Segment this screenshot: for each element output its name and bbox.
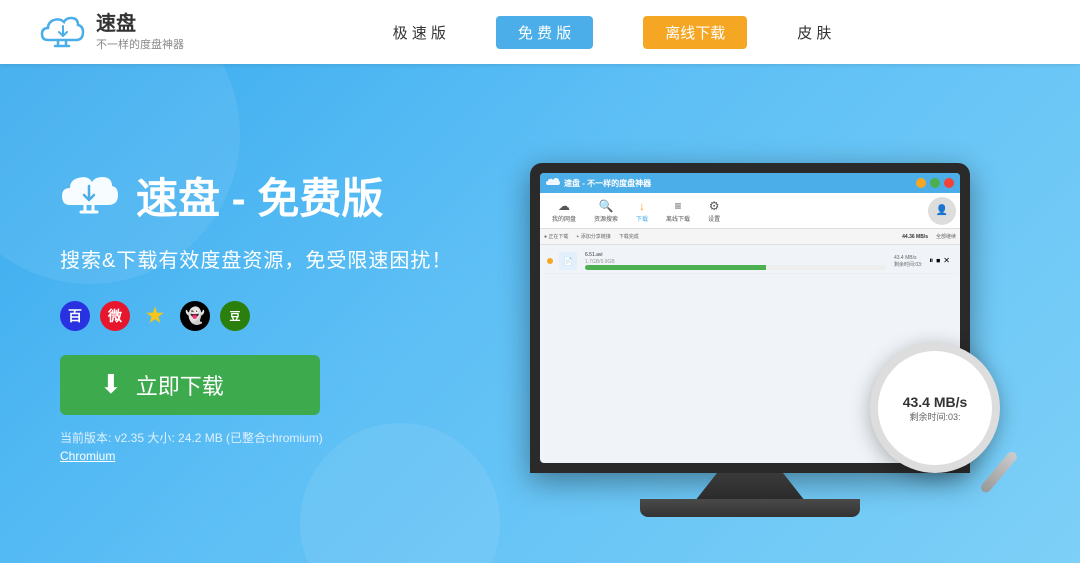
nav-item-free[interactable]: 免 费 版 [496, 16, 593, 49]
search-tool-icon: 🔍 [599, 199, 614, 213]
tool-search: 🔍 资源搜索 [586, 197, 626, 225]
magnifier: 43.4 MB/s 剩余时间:03: [870, 343, 1030, 503]
download-row-1: 📄 6.51.avi 1.7GB/9.9GB [544, 249, 956, 274]
speed-text: 43.4 MB/s 剩余时间:03: [894, 255, 922, 268]
add-share-link: + 添加分享链接 [576, 233, 610, 240]
magnifier-handle [979, 450, 1019, 495]
snapchat-icon[interactable]: 👻 [180, 301, 210, 331]
magnifier-glass: 43.4 MB/s 剩余时间:03: [870, 343, 1000, 473]
nav-item-skin[interactable]: 皮 肤 [797, 22, 831, 43]
remaining: 剩余时间:03: [894, 261, 922, 268]
delete-btn: ✕ [943, 256, 950, 266]
hero-right-content: 速盘 - 不一样的度盘神器 ☁ 我的网盘 [540, 64, 1020, 563]
progress-bar-1 [585, 265, 886, 270]
tool-label-1: 我的网盘 [552, 214, 576, 223]
file-info: 6.51.avi 1.7GB/9.9GB [581, 252, 890, 270]
magnifier-content: 43.4 MB/s 剩余时间:03: [899, 390, 972, 427]
app-toolbar: ☁ 我的网盘 🔍 资源搜索 ↓ 下载 [540, 193, 960, 229]
close-btn [944, 178, 954, 188]
version-info: 当前版本: v2.35 大小: 24.2 MB (已整合chromium) [60, 431, 323, 445]
hero-title: 速盘 - 免费版 [136, 165, 383, 226]
hero-cloud-icon [60, 170, 120, 220]
progress-fill-1 [585, 265, 766, 270]
nav-area: 极 速 版 免 费 版 离线下载 皮 肤 [184, 16, 1040, 49]
tool-mycloud: ☁ 我的网盘 [544, 197, 584, 225]
social-icons-row: 百 微 ★ 👻 豆 [60, 301, 540, 331]
tool-label-3: 下载 [636, 214, 648, 223]
tool-label-2: 资源搜索 [594, 214, 618, 223]
settings-tool-icon: ⚙ [709, 199, 720, 213]
hero-left-content: 速盘 - 免费版 搜索&下载有效度盘资源，免受限速困扰！ 百 微 ★ 👻 豆 ⬇… [60, 165, 540, 463]
logo-text: 速盘 不一样的度盘神器 [96, 12, 184, 52]
hero-description: 搜索&下载有效度盘资源，免受限速困扰！ [60, 244, 540, 273]
offline-tool-icon: ≡ [675, 199, 682, 213]
nav-item-speed[interactable]: 极 速 版 [393, 22, 446, 43]
star-icon[interactable]: ★ [140, 301, 170, 331]
chromium-link[interactable]: Chromium [60, 449, 540, 463]
header: 速盘 不一样的度盘神器 极 速 版 免 费 版 离线下载 皮 肤 [0, 0, 1080, 64]
all-resume-label: 全部继续 [936, 233, 956, 240]
baidu-icon[interactable]: 百 [60, 301, 90, 331]
monitor-stand [695, 473, 805, 501]
app-logo-icon [546, 177, 560, 189]
download-tool-icon: ↓ [639, 199, 645, 213]
stop-btn: ⏹ [936, 256, 940, 266]
logo-subtitle: 不一样的度盘神器 [96, 36, 184, 52]
user-avatar: 👤 [928, 197, 956, 225]
monitor-base [640, 499, 860, 517]
weibo-icon[interactable]: 微 [100, 301, 130, 331]
status-dot [547, 258, 553, 264]
app-titlebar-text: 速盘 - 不一样的度盘神器 [564, 178, 651, 189]
download-icon: ⬇ [100, 369, 122, 400]
app-titlebar: 速盘 - 不一样的度盘神器 [540, 173, 960, 193]
magnifier-label: 剩余时间:03: [903, 410, 968, 423]
sub-toolbar: ● 正在下载 + 添加分享链接 下载完成 44.36 MB/s 全部继续 [540, 229, 960, 245]
logo-cloud-icon [40, 12, 86, 52]
maximize-btn [930, 178, 940, 188]
filename: 6.51.avi [585, 252, 886, 258]
download-btn-label: 立即下载 [136, 369, 224, 401]
download-complete: 下载完成 [619, 233, 639, 240]
nav-item-offline[interactable]: 离线下载 [643, 16, 747, 49]
tool-label-5: 设置 [708, 214, 720, 223]
logo-area: 速盘 不一样的度盘神器 [40, 12, 184, 52]
speed-badge: 44.36 MB/s [902, 234, 928, 240]
cloud-tool-icon: ☁ [558, 199, 570, 213]
hero-title-row: 速盘 - 免费版 [60, 165, 540, 226]
tool-download: ↓ 下载 [628, 197, 656, 225]
logo-title: 速盘 [96, 12, 184, 36]
monitor-wrap: 速盘 - 不一样的度盘神器 ☁ 我的网盘 [500, 163, 1000, 563]
magnifier-speed: 43.4 MB/s [903, 394, 968, 410]
file-icon-1: 📄 [559, 252, 577, 270]
douban-icon[interactable]: 豆 [220, 301, 250, 331]
status-downloading: ● 正在下载 [544, 233, 568, 240]
tool-label-4: 离线下载 [666, 214, 690, 223]
minimize-btn [916, 178, 926, 188]
action-buttons: ⏸ ⏹ ✕ [926, 256, 953, 266]
download-button[interactable]: ⬇ 立即下载 [60, 355, 320, 415]
pause-btn: ⏸ [929, 256, 933, 266]
tool-offline: ≡ 离线下载 [658, 197, 698, 225]
tool-settings: ⚙ 设置 [700, 197, 728, 225]
hero-section: 速盘 - 免费版 搜索&下载有效度盘资源，免受限速困扰！ 百 微 ★ 👻 豆 ⬇… [0, 64, 1080, 563]
